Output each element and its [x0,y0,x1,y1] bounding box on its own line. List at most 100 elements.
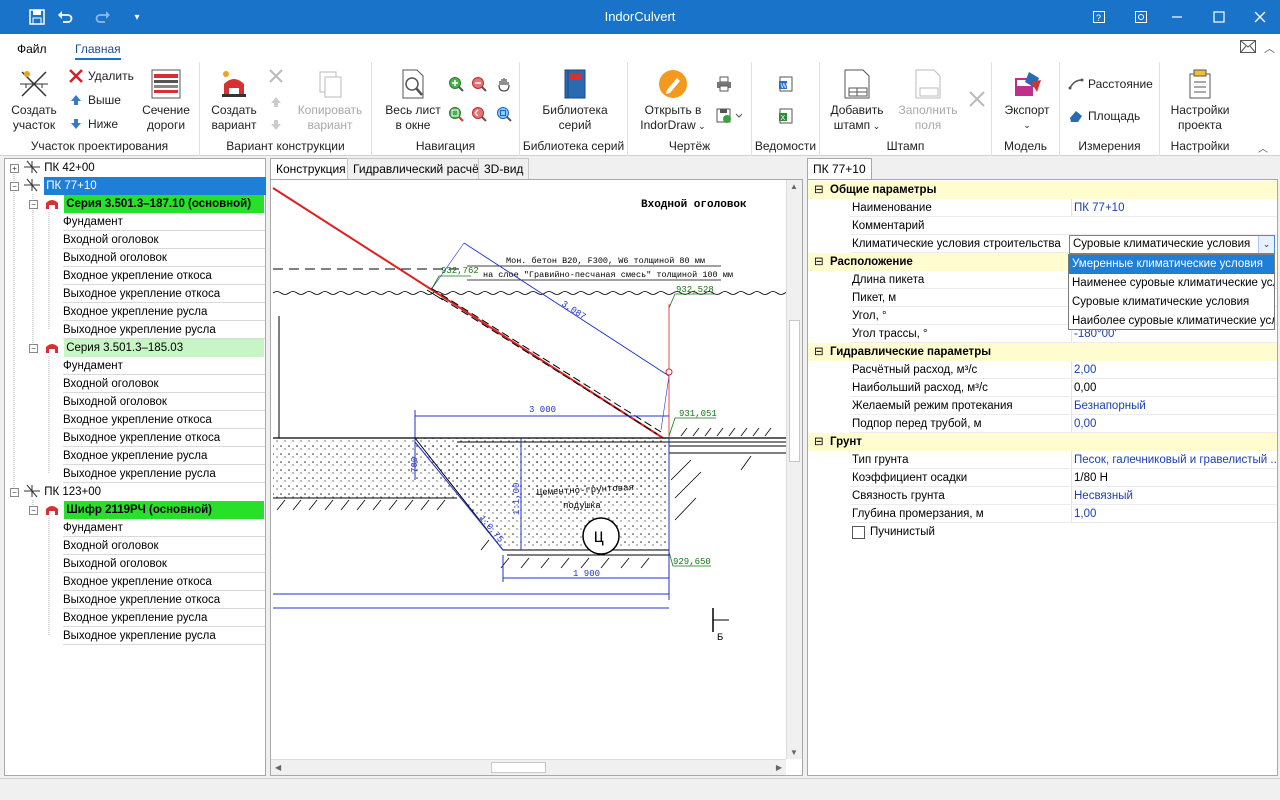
zoom-previous-icon[interactable] [471,106,487,125]
property-row[interactable]: Тип грунта Песок, галечниковый и гравелис… [808,451,1277,469]
tree-node-station[interactable]: ПК 42+00 [23,159,95,177]
tree-node-part[interactable]: Выходное укрепление русла [63,465,265,483]
scroll-left-icon[interactable]: ◀ [275,763,281,772]
distance-button[interactable]: Расстояние [1068,76,1153,92]
tab-construction[interactable]: Конструкция [270,158,352,179]
tree-node-part[interactable]: Выходное укрепление откоса [63,591,265,609]
property-row[interactable]: Подпор перед трубой, м 0,00 [808,415,1277,433]
property-row[interactable]: Желаемый режим протекания Безнапорный [808,397,1277,415]
fit-sheet-button[interactable]: Весь лист в окне [380,68,446,133]
area-button[interactable]: Площадь [1068,108,1140,124]
library-button[interactable]: Библиотека серий [530,68,620,133]
tree-node-part[interactable]: Входное укрепление откоса [63,267,265,285]
collapse-toggle[interactable]: − [10,488,19,497]
add-stamp-button[interactable]: Добавить штамп ⌄ [826,68,888,134]
zoom-extents-icon[interactable] [496,106,512,125]
menu-file[interactable]: Файл [17,42,47,56]
scroll-right-icon[interactable]: ▶ [776,763,782,772]
drawing-canvas[interactable]: Входной оголовок Мон. бетон В20, F300, W… [270,179,803,776]
scroll-thumb[interactable] [789,320,800,462]
tree-node-part[interactable]: Входное укрепление откоса [63,411,265,429]
tree-node-variant[interactable]: Шифр 2119РЧ (основной) [43,501,265,519]
tree-node-part[interactable]: Входной оголовок [63,537,265,555]
tree-node-part[interactable]: Фундамент [63,357,265,375]
mail-icon[interactable] [1240,40,1256,57]
create-section-button[interactable]: Создать участок [8,68,60,133]
tree-node-part[interactable]: Входной оголовок [63,231,265,249]
zoom-window-icon[interactable] [448,106,464,125]
collapse-toggle[interactable]: − [29,506,38,515]
property-row[interactable]: Наименование ПК 77+10 [808,199,1277,217]
frost-heave-checkbox[interactable] [852,526,865,539]
property-row[interactable]: Пучинистый [808,523,1277,541]
tree-node-part[interactable]: Выходной оголовок [63,249,265,267]
menu-home[interactable]: Главная [75,42,121,60]
property-row[interactable]: Комментарий [808,217,1277,235]
tree-node-part[interactable]: Выходное укрепление русла [63,321,265,339]
collapse-ribbon-icon[interactable]: ︿ [1258,140,1268,155]
collapse-toggle[interactable]: − [29,200,38,209]
tree-node-part[interactable]: Выходное укрепление русла [63,627,265,645]
property-row[interactable]: Коэффициент осадки 1/80 Н [808,469,1277,487]
tree-node-part[interactable]: Входной оголовок [63,375,265,393]
tree-node-part[interactable]: Входное укрепление русла [63,447,265,465]
up-button[interactable]: Выше [68,92,121,108]
create-variant-button[interactable]: Создать вариант [206,68,262,133]
tab-3d[interactable]: 3D-вид [478,158,530,179]
scroll-thumb-horizontal[interactable] [491,762,546,773]
dropdown-option[interactable]: Наименее суровые климатические условия [1069,274,1274,293]
tree-node-part[interactable]: Входное укрепление русла [63,609,265,627]
open-indordraw-button[interactable]: Открыть в IndorDraw ⌄ [634,68,712,134]
project-settings-button[interactable]: Настройки проекта [1166,68,1234,133]
property-row[interactable]: Наибольший расход, м³/с 0,00 [808,379,1277,397]
save-drawing-icon[interactable] [716,108,743,127]
tree-node-part[interactable]: Выходной оголовок [63,555,265,573]
vertical-scrollbar[interactable]: ▲ ▼ [786,180,802,759]
tab-station[interactable]: ПК 77+10 [807,158,872,179]
tree-node-part[interactable]: Выходное укрепление откоса [63,285,265,303]
dropdown-option[interactable]: Умеренные климатические условия [1069,255,1274,274]
minimize-icon[interactable] [1160,0,1194,34]
export-button[interactable]: Экспорт ⌄ [998,68,1056,133]
close-icon[interactable] [1243,0,1277,34]
tree-node-station[interactable]: ПК 77+10 [23,177,267,195]
tree-node-part[interactable]: Фундамент [63,519,265,537]
road-section-button[interactable]: Сечение дороги [138,68,194,133]
category-soil[interactable]: ⊟ Грунт [808,433,1277,451]
zoom-out-icon[interactable] [471,76,487,95]
tree-node-variant[interactable]: Серия 3.501.3–185.03 [43,339,265,357]
tree-node-variant[interactable]: Серия 3.501.3–187.10 (основной) [43,195,265,213]
category-hydraulic[interactable]: ⊟ Гидравлические параметры [808,343,1277,361]
ribbon-collapse-icon[interactable]: ︿ [1264,40,1275,56]
tree-node-station[interactable]: ПК 123+00 [23,483,101,501]
tree-node-part[interactable]: Выходное укрепление откоса [63,429,265,447]
zoom-in-icon[interactable] [448,76,464,95]
dropdown-option[interactable]: Наиболее суровые климатические условия [1069,312,1274,331]
property-row[interactable]: Связность грунта Несвязный [808,487,1277,505]
report-word-icon[interactable]: W [778,76,794,95]
help-icon[interactable]: ? [1082,0,1116,34]
pan-hand-icon[interactable] [496,76,512,95]
print-icon[interactable] [716,76,732,95]
horizontal-scrollbar[interactable]: ◀ ▶ [271,759,786,775]
tree-node-part[interactable]: Входное укрепление русла [63,303,265,321]
expand-toggle[interactable]: + [10,164,19,173]
category-general[interactable]: ⊟ Общие параметры [808,181,1277,199]
scroll-up-icon[interactable]: ▲ [790,182,798,191]
tab-hydraulic[interactable]: Гидравлический расчёт [347,158,491,179]
report-excel-icon[interactable]: X [778,108,794,127]
tree-node-part[interactable]: Фундамент [63,213,265,231]
collapse-toggle[interactable]: − [10,182,19,191]
property-row[interactable]: Расчётный расход, м³/с 2,00 [808,361,1277,379]
options-icon[interactable] [1124,0,1158,34]
tree-node-part[interactable]: Входное укрепление откоса [63,573,265,591]
dropdown-option[interactable]: Суровые климатические условия [1069,293,1274,312]
chevron-down-icon[interactable]: ⌄ [1258,236,1274,253]
tree-node-part[interactable]: Выходной оголовок [63,393,265,411]
maximize-icon[interactable] [1202,0,1236,34]
delete-button[interactable]: Удалить [68,68,134,84]
down-button[interactable]: Ниже [68,116,118,132]
property-row[interactable]: Глубина промерзания, м 1,00 [808,505,1277,523]
scroll-down-icon[interactable]: ▼ [790,748,798,757]
collapse-toggle[interactable]: − [29,344,38,353]
